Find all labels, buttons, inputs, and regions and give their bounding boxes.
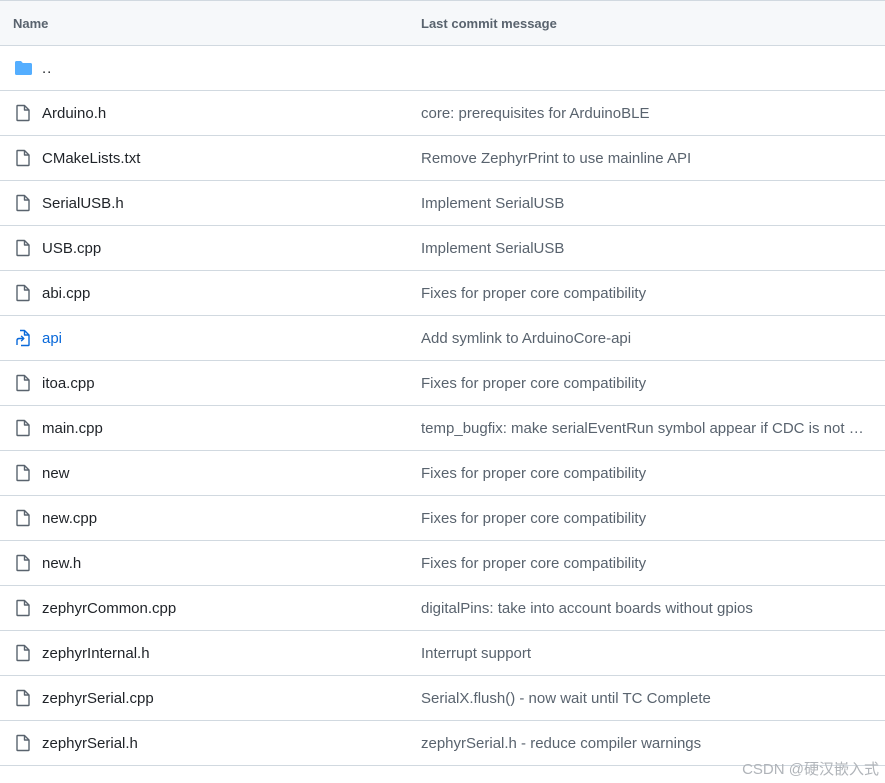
commit-message-link[interactable]: Fixes for proper core compatibility — [407, 510, 885, 527]
file-icon — [13, 373, 33, 393]
file-icon — [13, 283, 33, 303]
file-name-link[interactable]: SerialUSB.h — [42, 195, 124, 212]
commit-message-link[interactable]: Fixes for proper core compatibility — [407, 375, 885, 392]
parent-directory-link[interactable]: .. — [42, 60, 52, 77]
file-icon — [13, 463, 33, 483]
commit-message-link[interactable]: Fixes for proper core compatibility — [407, 555, 885, 572]
commit-message-link[interactable]: Fixes for proper core compatibility — [407, 465, 885, 482]
commit-message-column-header: Last commit message — [421, 15, 557, 31]
name-column-header: Name — [13, 15, 49, 31]
file-row[interactable]: Arduino.h core: prerequisites for Arduino… — [0, 91, 885, 136]
file-name-link[interactable]: zephyrSerial.h — [42, 735, 138, 752]
file-icon — [13, 193, 33, 213]
file-row[interactable]: CMakeLists.txt Remove ZephyrPrint to use … — [0, 136, 885, 181]
commit-message-link[interactable]: SerialX.flush() - now wait until TC Comp… — [407, 690, 885, 707]
file-icon — [13, 103, 33, 123]
file-name-link[interactable]: api — [42, 330, 62, 347]
file-table: Name Last commit message .. Arduino.h cor… — [0, 0, 885, 766]
file-icon — [13, 508, 33, 528]
commit-message-link[interactable]: Implement SerialUSB — [407, 195, 885, 212]
file-row[interactable]: itoa.cpp Fixes for proper core compatibil… — [0, 361, 885, 406]
file-name-link[interactable]: zephyrCommon.cpp — [42, 600, 176, 617]
commit-message-link[interactable]: Interrupt support — [407, 645, 885, 662]
file-name-link[interactable]: abi.cpp — [42, 285, 90, 302]
file-icon — [13, 553, 33, 573]
file-row[interactable]: api Add symlink to ArduinoCore-api — [0, 316, 885, 361]
file-icon — [13, 148, 33, 168]
file-name-link[interactable]: itoa.cpp — [42, 375, 95, 392]
commit-message-link[interactable]: Add symlink to ArduinoCore-api — [407, 330, 885, 347]
file-name-link[interactable]: new.cpp — [42, 510, 97, 527]
commit-message-link[interactable]: zephyrSerial.h - reduce compiler warning… — [407, 735, 885, 752]
file-icon — [13, 733, 33, 753]
parent-directory-row[interactable]: .. — [0, 46, 885, 91]
file-name-link[interactable]: Arduino.h — [42, 105, 106, 122]
file-name-link[interactable]: zephyrInternal.h — [42, 645, 150, 662]
file-row[interactable]: main.cpp temp_bugfix: make serialEventRun… — [0, 406, 885, 451]
commit-message-link[interactable]: digitalPins: take into account boards wi… — [407, 600, 885, 617]
file-icon — [13, 238, 33, 258]
file-name-link[interactable]: main.cpp — [42, 420, 103, 437]
file-name-link[interactable]: zephyrSerial.cpp — [42, 690, 154, 707]
commit-message-link[interactable]: temp_bugfix: make serialEventRun symbol … — [407, 420, 885, 437]
file-row[interactable]: abi.cpp Fixes for proper core compatibili… — [0, 271, 885, 316]
file-row[interactable]: zephyrSerial.cpp SerialX.flush() - now wa… — [0, 676, 885, 721]
folder-icon — [13, 58, 33, 78]
file-name-link[interactable]: new.h — [42, 555, 81, 572]
file-name-link[interactable]: USB.cpp — [42, 240, 101, 257]
file-row[interactable]: new.cpp Fixes for proper core compatibili… — [0, 496, 885, 541]
file-icon — [13, 688, 33, 708]
file-row[interactable]: new Fixes for proper core compatibility — [0, 451, 885, 496]
commit-message-link[interactable]: Remove ZephyrPrint to use mainline API — [407, 150, 885, 167]
symlink-icon — [13, 328, 33, 348]
file-icon — [13, 598, 33, 618]
file-icon — [13, 643, 33, 663]
file-row[interactable]: SerialUSB.h Implement SerialUSB — [0, 181, 885, 226]
file-row[interactable]: new.h Fixes for proper core compatibility — [0, 541, 885, 586]
file-row[interactable]: USB.cpp Implement SerialUSB — [0, 226, 885, 271]
file-name-link[interactable]: new — [42, 465, 70, 482]
file-row[interactable]: zephyrCommon.cpp digitalPins: take into a… — [0, 586, 885, 631]
watermark: CSDN @硬汉嵌入式 — [742, 761, 879, 778]
file-icon — [13, 418, 33, 438]
commit-message-link[interactable]: Implement SerialUSB — [407, 240, 885, 257]
commit-message-link[interactable]: core: prerequisites for ArduinoBLE — [407, 105, 885, 122]
commit-message-link[interactable]: Fixes for proper core compatibility — [407, 285, 885, 302]
file-row[interactable]: zephyrInternal.h Interrupt support — [0, 631, 885, 676]
file-name-link[interactable]: CMakeLists.txt — [42, 150, 140, 167]
table-header: Name Last commit message — [0, 1, 885, 46]
